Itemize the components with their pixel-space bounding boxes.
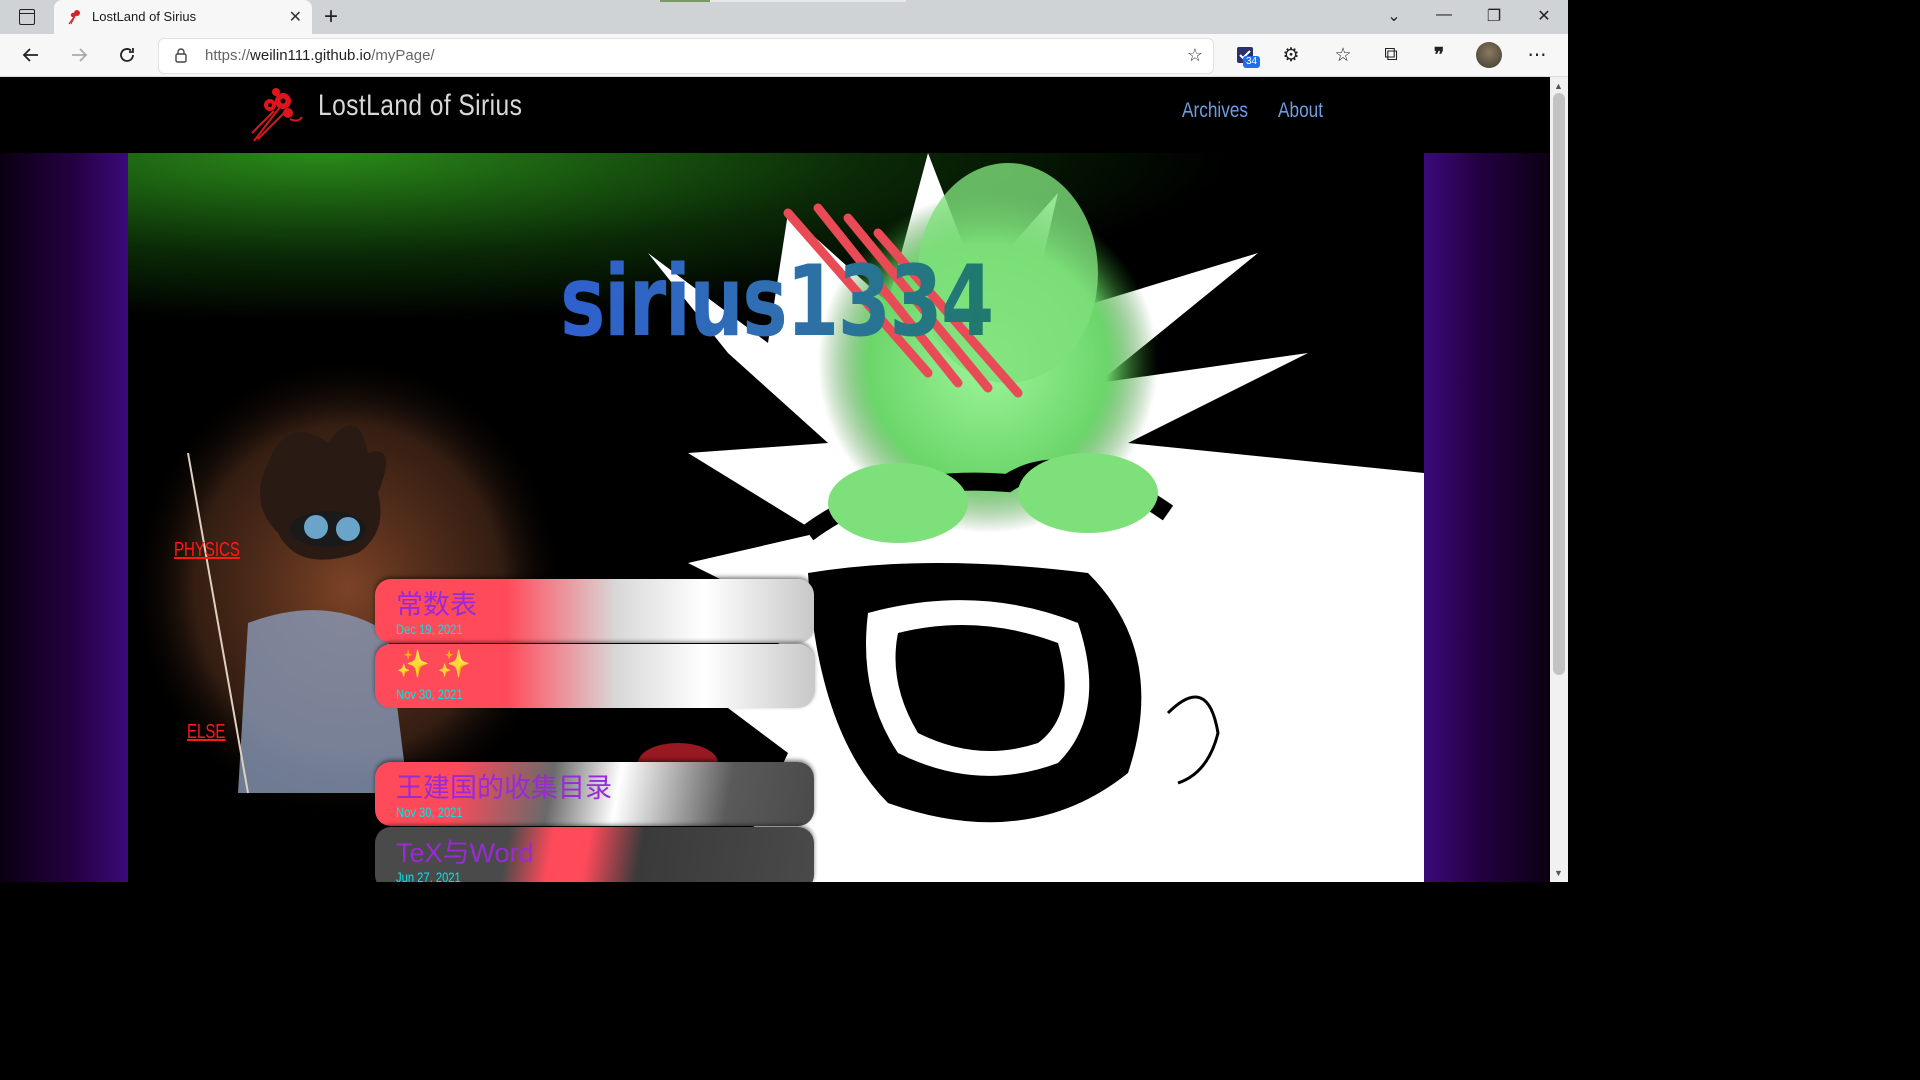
post-title[interactable]: ✨ ✨ <box>396 648 471 680</box>
post-date: Dec 19, 2021 <box>396 621 463 637</box>
category-else-link[interactable]: ELSE <box>187 721 225 744</box>
extension-badge: 34 <box>1243 56 1261 68</box>
puzzle-icon[interactable]: ⚙ <box>1278 42 1304 68</box>
post-card[interactable]: 王建国的收集目录 Nov 30, 2021 <box>375 762 814 826</box>
url-path: /myPage/ <box>371 47 435 64</box>
post-card[interactable]: TeX与Word Jun 27, 2021 <box>375 827 814 882</box>
page-scrollbar[interactable]: ▲ ▼ <box>1550 77 1568 882</box>
post-date: Jun 27, 2021 <box>396 869 461 882</box>
loading-indicator <box>660 0 710 2</box>
close-window-button[interactable]: ✕ <box>1529 6 1559 26</box>
browser-toolbar: https://weilin111.github.io/myPage/ ☆ ⚙ … <box>0 34 1568 77</box>
site-favicon-icon <box>68 10 80 25</box>
profile-avatar[interactable] <box>1476 42 1502 68</box>
post-card[interactable]: 常数表 Dec 19, 2021 <box>375 579 814 643</box>
post-title[interactable]: TeX与Word <box>396 831 534 870</box>
tab-close-icon[interactable]: ✕ <box>289 7 302 27</box>
category-physics-link[interactable]: PHYSICS <box>174 539 240 562</box>
post-title[interactable]: 常数表 <box>396 583 477 622</box>
tab-actions-icon[interactable] <box>12 6 42 28</box>
quote-icon[interactable]: ❞ <box>1426 42 1452 68</box>
hero-banner: sirius1334 PHYSICS 常数表 Dec 19, 2021 ✨ ✨ … <box>128 153 1424 882</box>
url-host: weilin111.github.io <box>250 47 372 64</box>
more-icon[interactable]: ⋯ <box>1524 42 1550 68</box>
minimize-button[interactable]: — <box>1429 6 1459 24</box>
address-bar[interactable]: https://weilin111.github.io/myPage/ ☆ <box>158 38 1214 74</box>
right-side-gradient <box>1424 153 1550 882</box>
restore-button[interactable]: ❐ <box>1479 6 1509 26</box>
scroll-down-icon[interactable]: ▼ <box>1554 868 1563 878</box>
favorites-icon[interactable]: ☆ <box>1330 42 1356 68</box>
nav-archives-link[interactable]: Archives <box>1182 99 1248 123</box>
post-date: Nov 30, 2021 <box>396 804 463 820</box>
site-title[interactable]: LostLand of Sirius <box>318 89 522 123</box>
add-favorite-icon[interactable]: ☆ <box>1187 45 1203 66</box>
post-title[interactable]: 王建国的收集目录 <box>396 766 612 805</box>
lock-icon[interactable] <box>173 47 189 63</box>
back-icon[interactable] <box>18 42 44 68</box>
site-logo-icon[interactable] <box>250 83 306 143</box>
left-side-gradient <box>0 153 128 882</box>
web-page: LostLand of Sirius Archives About sirius… <box>0 77 1550 882</box>
new-tab-button[interactable]: + <box>318 3 344 31</box>
collections-icon[interactable]: ⧉ <box>1378 42 1404 68</box>
url-text[interactable]: https://weilin111.github.io/myPage/ <box>205 47 435 64</box>
browser-tab[interactable]: LostLand of Sirius ✕ <box>54 0 312 34</box>
hero-brand-text: sirius1334 <box>560 245 994 359</box>
tab-strip-divider <box>710 0 906 2</box>
post-date: Nov 30, 2021 <box>396 686 463 702</box>
tab-title: LostLand of Sirius <box>92 9 197 24</box>
refresh-icon[interactable] <box>114 42 140 68</box>
scroll-up-icon[interactable]: ▲ <box>1554 81 1563 91</box>
tab-search-chevron-icon[interactable]: ⌄ <box>1379 6 1409 26</box>
url-scheme: https:// <box>205 47 251 64</box>
site-header: LostLand of Sirius Archives About <box>0 77 1550 153</box>
browser-tab-bar: LostLand of Sirius ✕ + ⌄ — ❐ ✕ <box>0 0 1568 34</box>
nav-about-link[interactable]: About <box>1278 99 1323 123</box>
post-card[interactable]: ✨ ✨ Nov 30, 2021 <box>375 644 814 708</box>
forward-icon[interactable] <box>66 42 92 68</box>
scrollbar-thumb[interactable] <box>1553 93 1565 675</box>
